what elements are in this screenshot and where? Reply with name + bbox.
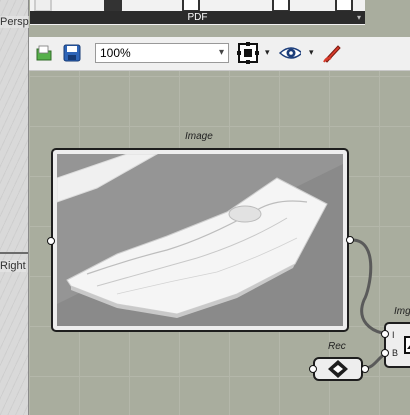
open-file-button[interactable] — [33, 42, 55, 64]
image-component-title: Image — [185, 131, 213, 142]
chevron-down-icon: ▾ — [218, 47, 224, 58]
preview-eye-icon — [279, 47, 301, 59]
img-input-port-i[interactable] — [381, 330, 389, 338]
img-component-title: Img — [394, 306, 410, 317]
open-file-icon — [36, 45, 52, 61]
rec-component-title: Rec — [328, 341, 346, 352]
viewport-label-right[interactable]: Right — [0, 260, 26, 272]
terrain-render-illustration — [57, 154, 343, 326]
img-input-port-b[interactable] — [381, 349, 389, 357]
sketch-pen-icon — [323, 45, 341, 63]
image-output-port[interactable] — [346, 236, 354, 244]
zoom-level-select[interactable]: 100% ▾ — [95, 43, 229, 63]
viewport-strip[interactable]: Persp Right — [0, 0, 29, 415]
viewport-divider[interactable] — [0, 252, 28, 254]
ribbon-expand-icon[interactable]: ▾ — [357, 11, 361, 24]
img-component[interactable]: I B — [384, 322, 410, 368]
ribbon-icon-row — [30, 0, 365, 12]
zoom-extents-dropdown-icon[interactable]: ▾ — [265, 47, 270, 58]
terrain-preview-image — [57, 154, 343, 326]
img-input-label-i: I — [392, 330, 395, 340]
rec-input-port[interactable] — [309, 365, 317, 373]
ribbon-panel-label: PDF — [187, 12, 208, 23]
ribbon: PDF ▾ — [30, 0, 365, 25]
save-button[interactable] — [61, 42, 83, 64]
rec-diamond-icon — [328, 360, 348, 378]
rec-output-port[interactable] — [361, 365, 369, 373]
zoom-extents-button[interactable] — [237, 42, 259, 64]
image-component[interactable] — [51, 148, 349, 332]
rec-component[interactable] — [313, 357, 363, 381]
preview-button[interactable] — [279, 42, 301, 64]
preview-dropdown-icon[interactable]: ▾ — [309, 47, 314, 58]
img-input-label-b: B — [392, 348, 399, 358]
zoom-level-value: 100% — [100, 46, 131, 60]
sketch-button[interactable] — [321, 42, 343, 64]
save-icon — [63, 44, 81, 62]
viewport-label-perspective[interactable]: Persp — [0, 16, 29, 28]
ribbon-panel-bar: PDF ▾ — [30, 11, 365, 24]
image-input-port[interactable] — [47, 237, 55, 245]
canvas-toolbar: 100% ▾ ▾ ▾ — [29, 37, 410, 71]
zoom-extents-icon — [237, 42, 259, 64]
img-component-icon — [404, 336, 410, 354]
